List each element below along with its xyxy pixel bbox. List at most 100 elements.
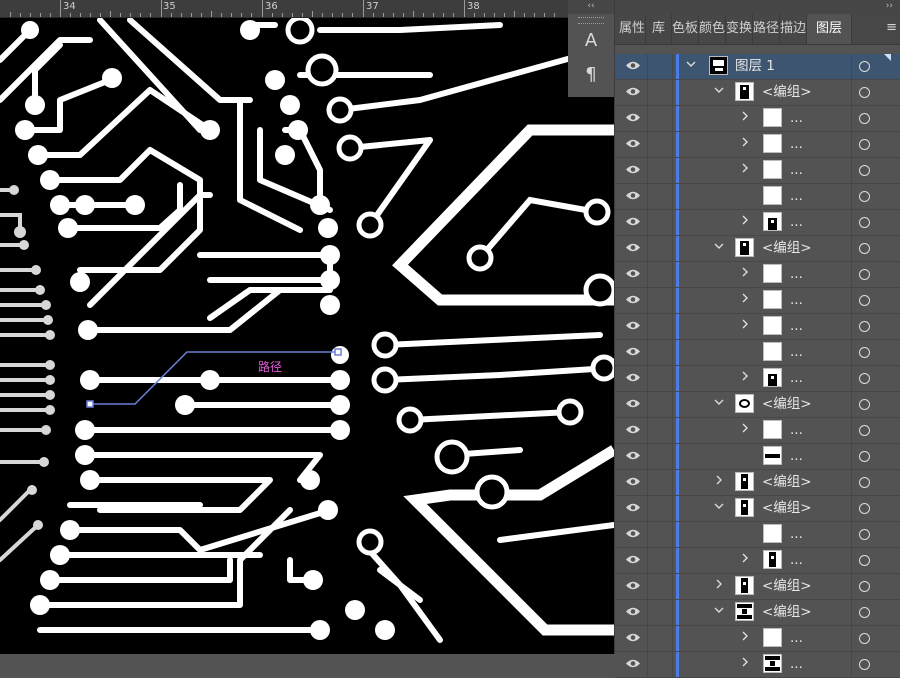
- layer-row[interactable]: ...: [615, 262, 900, 288]
- visibility-eye-icon[interactable]: [625, 632, 645, 644]
- panel-menu-icon[interactable]: ≡: [886, 20, 897, 35]
- target-circle-icon[interactable]: [859, 269, 870, 280]
- target-circle-icon[interactable]: [859, 113, 870, 124]
- tab-properties[interactable]: 属性: [619, 14, 646, 44]
- target-circle-icon[interactable]: [859, 139, 870, 150]
- layer-name[interactable]: ...: [790, 343, 803, 361]
- target-circle-icon[interactable]: [859, 425, 870, 436]
- layer-name[interactable]: ...: [790, 551, 803, 569]
- target-circle-icon[interactable]: [859, 87, 870, 98]
- visibility-eye-icon[interactable]: [625, 294, 645, 306]
- target-circle-icon[interactable]: [859, 295, 870, 306]
- layer-name[interactable]: ...: [790, 525, 803, 543]
- chevron-right-icon[interactable]: [739, 656, 751, 670]
- lock-toggle[interactable]: [647, 80, 673, 105]
- visibility-eye-icon[interactable]: [625, 86, 645, 98]
- tab-libraries[interactable]: 库: [646, 14, 672, 44]
- layer-name[interactable]: <编组>: [762, 499, 812, 517]
- layer-row[interactable]: ...: [615, 158, 900, 184]
- chevron-down-icon[interactable]: [713, 604, 725, 618]
- lock-toggle[interactable]: [647, 132, 673, 157]
- lock-toggle[interactable]: [647, 548, 673, 573]
- visibility-eye-icon[interactable]: [625, 398, 645, 410]
- tab-pathfinder[interactable]: 路径查找器: [753, 14, 780, 44]
- layer-row[interactable]: 图层 1: [615, 54, 900, 80]
- chevron-right-icon[interactable]: [739, 292, 751, 306]
- visibility-eye-icon[interactable]: [625, 60, 645, 72]
- layer-row[interactable]: ...: [615, 522, 900, 548]
- visibility-eye-icon[interactable]: [625, 580, 645, 592]
- target-circle-icon[interactable]: [859, 217, 870, 228]
- layer-name[interactable]: <编组>: [762, 395, 812, 413]
- lock-toggle[interactable]: [647, 418, 673, 443]
- target-circle-icon[interactable]: [859, 191, 870, 202]
- layer-row[interactable]: ...: [615, 444, 900, 470]
- layer-name[interactable]: ...: [790, 213, 803, 231]
- layer-name[interactable]: ...: [790, 655, 803, 673]
- layer-row[interactable]: ...: [615, 366, 900, 392]
- layer-name[interactable]: ...: [790, 187, 803, 205]
- lock-toggle[interactable]: [647, 288, 673, 313]
- layer-name[interactable]: ...: [790, 369, 803, 387]
- layer-row[interactable]: <编组>: [615, 496, 900, 522]
- visibility-eye-icon[interactable]: [625, 138, 645, 150]
- visibility-eye-icon[interactable]: [625, 112, 645, 124]
- chevron-right-icon[interactable]: [739, 214, 751, 228]
- paragraph-panel-button[interactable]: ¶: [578, 62, 604, 88]
- visibility-eye-icon[interactable]: [625, 606, 645, 618]
- chevron-right-icon[interactable]: [739, 370, 751, 384]
- tab-swatches[interactable]: 色板: [672, 14, 699, 44]
- lock-toggle[interactable]: [647, 184, 673, 209]
- target-circle-icon[interactable]: [859, 243, 870, 254]
- target-circle-icon[interactable]: [859, 633, 870, 644]
- visibility-eye-icon[interactable]: [625, 216, 645, 228]
- visibility-eye-icon[interactable]: [625, 242, 645, 254]
- lock-toggle[interactable]: [647, 626, 673, 651]
- visibility-eye-icon[interactable]: [625, 554, 645, 566]
- target-circle-icon[interactable]: [859, 451, 870, 462]
- layer-row[interactable]: <编组>: [615, 600, 900, 626]
- layer-name[interactable]: 图层 1: [735, 57, 775, 75]
- visibility-eye-icon[interactable]: [625, 450, 645, 462]
- layer-row[interactable]: ...: [615, 132, 900, 158]
- lock-toggle[interactable]: [647, 54, 673, 79]
- lock-toggle[interactable]: [647, 210, 673, 235]
- visibility-eye-icon[interactable]: [625, 372, 645, 384]
- chevron-down-icon[interactable]: [685, 58, 697, 72]
- chevron-right-icon[interactable]: [739, 136, 751, 150]
- lock-toggle[interactable]: [647, 522, 673, 547]
- layer-name[interactable]: ...: [790, 447, 803, 465]
- target-circle-icon[interactable]: [859, 529, 870, 540]
- visibility-eye-icon[interactable]: [625, 320, 645, 332]
- layer-name[interactable]: <编组>: [762, 473, 812, 491]
- lock-toggle[interactable]: [647, 392, 673, 417]
- layer-name[interactable]: <编组>: [762, 577, 812, 595]
- layer-row[interactable]: ...: [615, 314, 900, 340]
- chevron-right-icon[interactable]: [739, 318, 751, 332]
- visibility-eye-icon[interactable]: [625, 476, 645, 488]
- chevron-right-icon[interactable]: [739, 162, 751, 176]
- layer-row[interactable]: <编组>: [615, 392, 900, 418]
- visibility-eye-icon[interactable]: [625, 528, 645, 540]
- target-circle-icon[interactable]: [859, 373, 870, 384]
- tab-color[interactable]: 颜色: [699, 14, 726, 44]
- lock-toggle[interactable]: [647, 444, 673, 469]
- layer-name[interactable]: <编组>: [762, 603, 812, 621]
- visibility-eye-icon[interactable]: [625, 268, 645, 280]
- layer-name[interactable]: ...: [790, 291, 803, 309]
- tab-layers[interactable]: 图层: [807, 14, 852, 44]
- lock-toggle[interactable]: [647, 366, 673, 391]
- target-circle-icon[interactable]: [859, 321, 870, 332]
- layer-name[interactable]: ...: [790, 135, 803, 153]
- visibility-eye-icon[interactable]: [625, 502, 645, 514]
- target-circle-icon[interactable]: [859, 607, 870, 618]
- tab-transform[interactable]: 变换: [726, 14, 753, 44]
- layer-name[interactable]: ...: [790, 421, 803, 439]
- collapse-strip-button[interactable]: ‹‹: [568, 0, 614, 14]
- lock-toggle[interactable]: [647, 470, 673, 495]
- character-panel-button[interactable]: A: [578, 28, 604, 54]
- layer-row[interactable]: ...: [615, 340, 900, 366]
- chevron-right-icon[interactable]: [739, 422, 751, 436]
- layer-row[interactable]: <编组>: [615, 236, 900, 262]
- chevron-down-icon[interactable]: [713, 240, 725, 254]
